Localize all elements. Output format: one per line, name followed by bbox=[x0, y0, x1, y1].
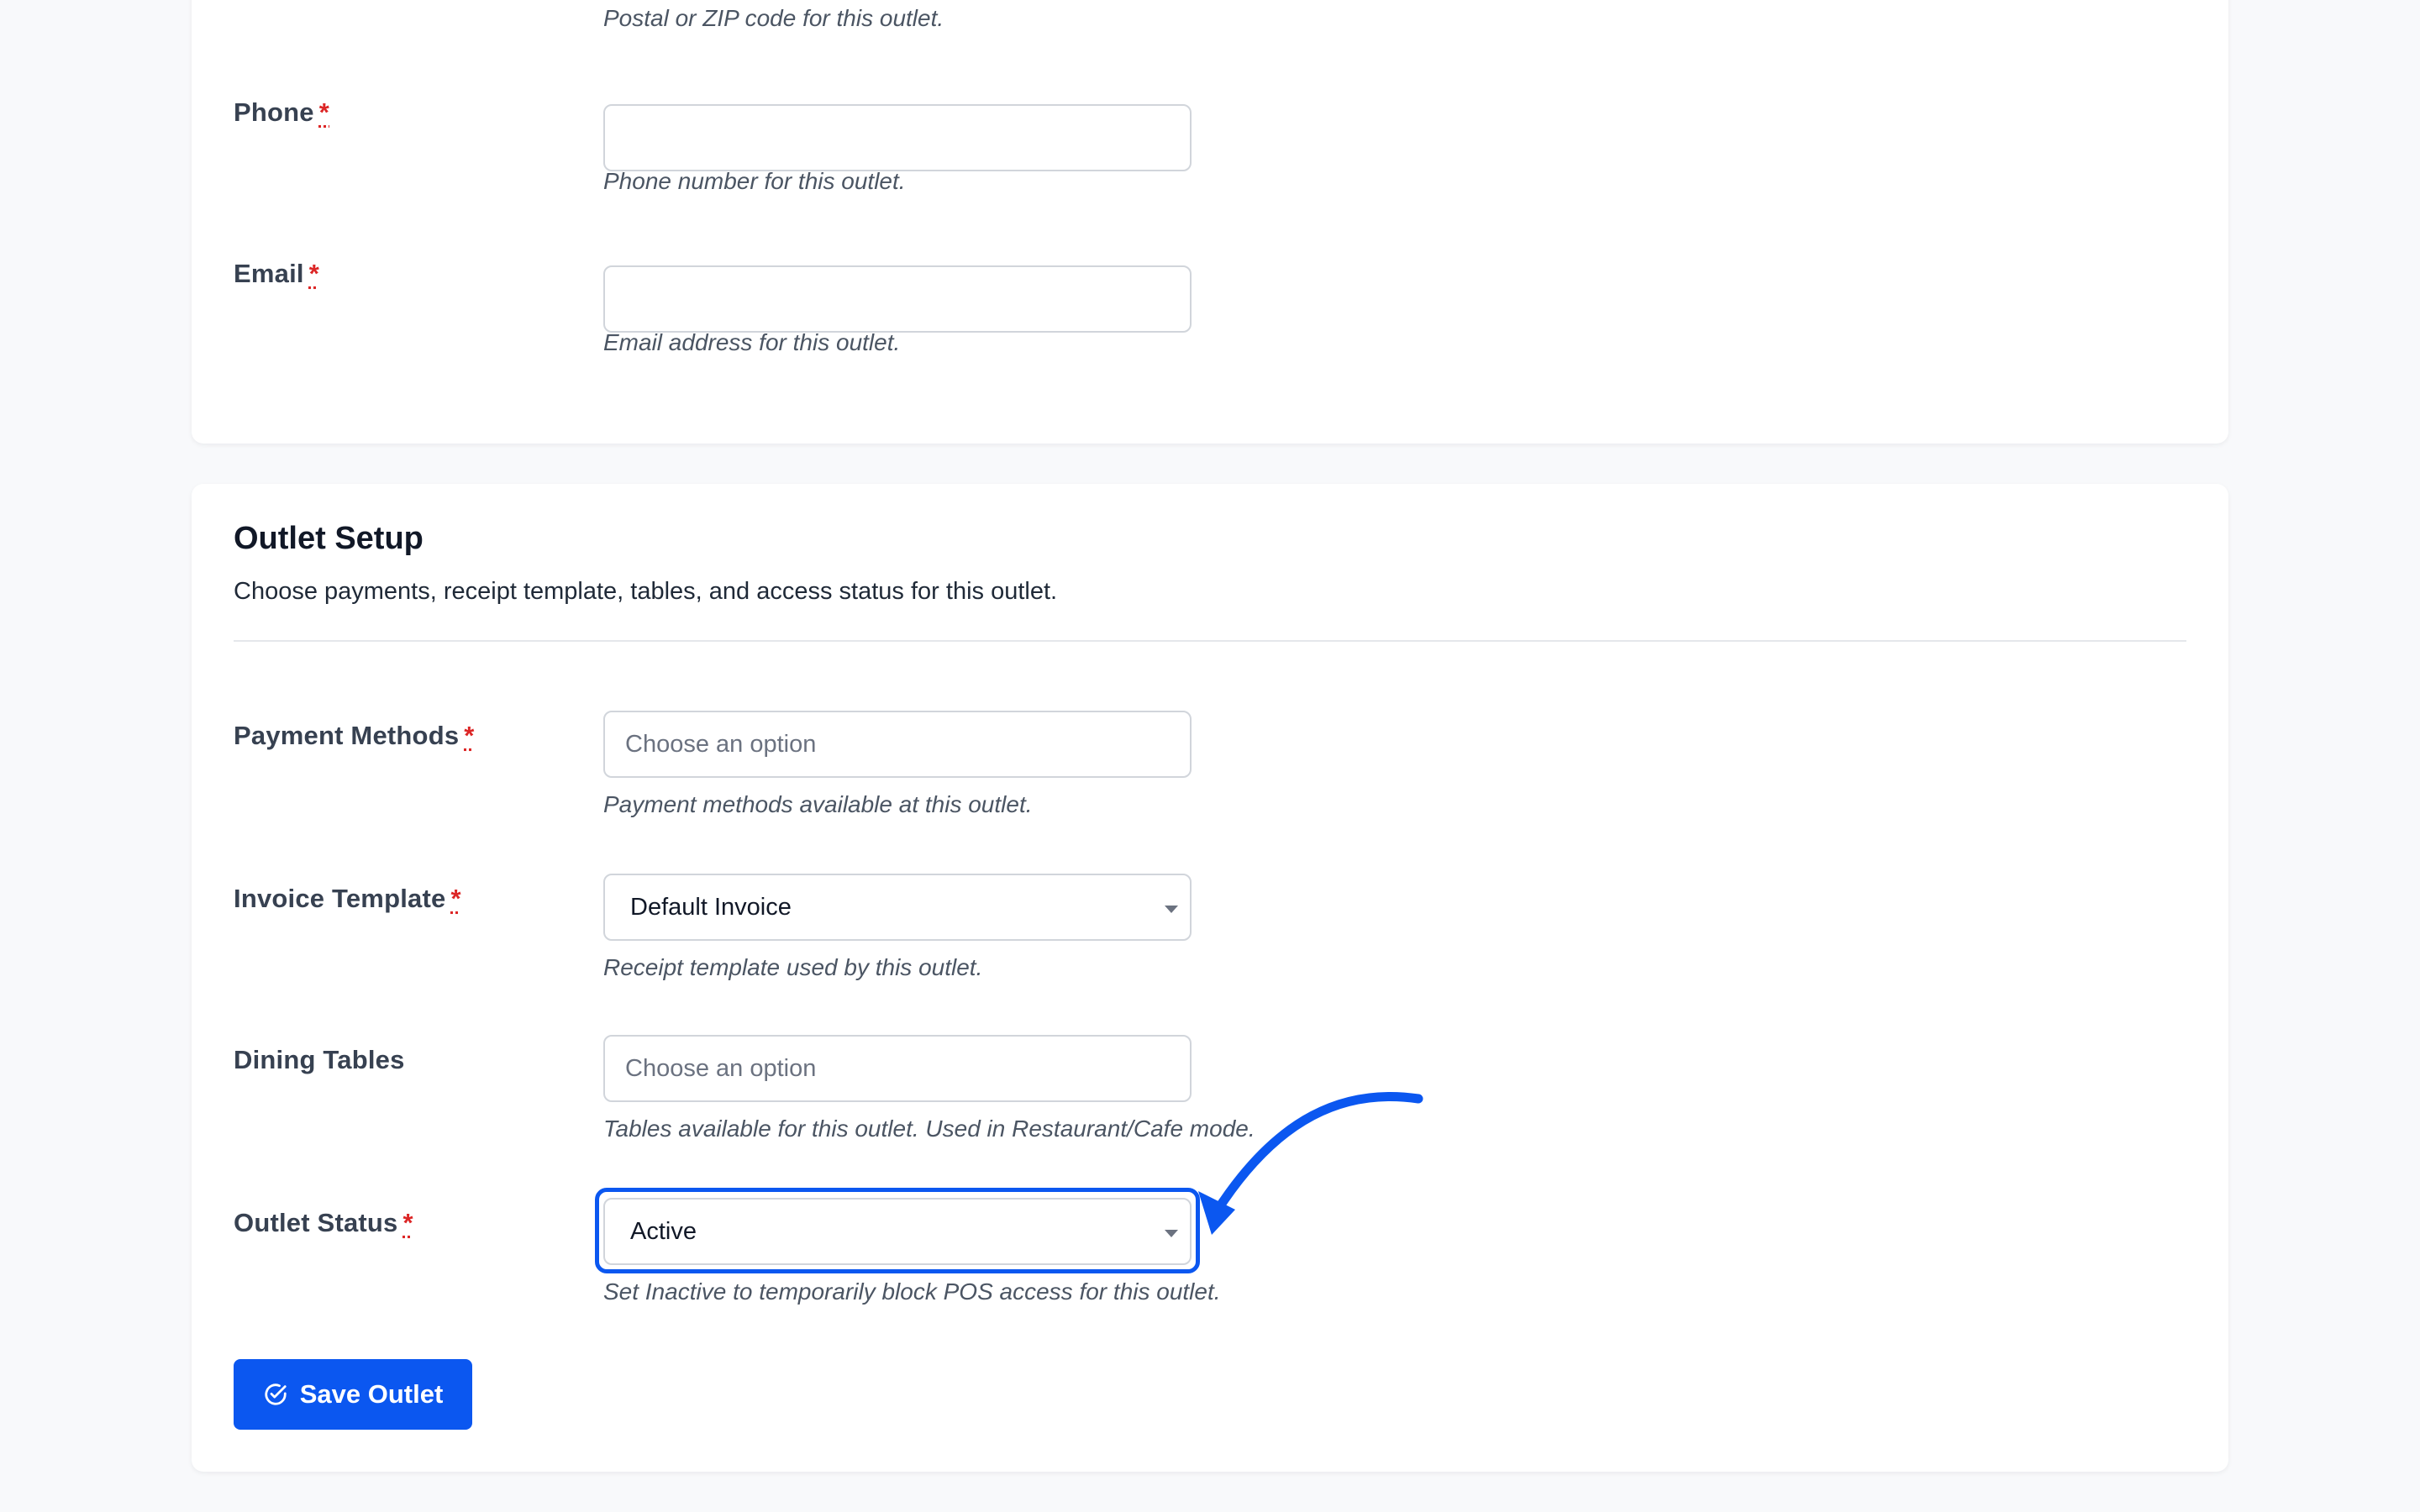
outlet-status-value: Active bbox=[630, 1217, 697, 1245]
phone-label: Phone * bbox=[234, 97, 329, 128]
phone-help: Phone number for this outlet. bbox=[603, 168, 906, 194]
section-title: Outlet Setup bbox=[234, 521, 424, 556]
dining-tables-placeholder: Choose an option bbox=[625, 1054, 817, 1082]
dining-tables-select[interactable]: Choose an option bbox=[603, 1035, 1192, 1102]
outlet-status-label: Outlet Status * bbox=[234, 1208, 413, 1238]
outlet-status-help: Set Inactive to temporarily block POS ac… bbox=[603, 1278, 1221, 1305]
email-label: Email * bbox=[234, 259, 319, 289]
dining-tables-help: Tables available for this outlet. Used i… bbox=[603, 1116, 1255, 1142]
postal-code-help: Postal or ZIP code for this outlet. bbox=[603, 5, 944, 31]
chevron-down-icon bbox=[1165, 906, 1178, 913]
invoice-template-value: Default Invoice bbox=[630, 893, 792, 921]
section-description: Choose payments, receipt template, table… bbox=[234, 578, 1058, 605]
email-help: Email address for this outlet. bbox=[603, 329, 901, 355]
payment-methods-label: Payment Methods * bbox=[234, 721, 475, 751]
email-input[interactable] bbox=[603, 265, 1192, 333]
check-circle-icon bbox=[265, 1383, 287, 1405]
dining-tables-label: Dining Tables bbox=[234, 1045, 405, 1075]
required-mark: * bbox=[308, 259, 319, 288]
email-label-text: Email bbox=[234, 259, 304, 288]
payment-methods-placeholder: Choose an option bbox=[625, 730, 817, 758]
invoice-template-help: Receipt template used by this outlet. bbox=[603, 954, 983, 980]
save-outlet-label: Save Outlet bbox=[299, 1379, 444, 1409]
chevron-down-icon bbox=[1165, 1230, 1178, 1237]
required-mark: * bbox=[450, 884, 461, 913]
phone-input[interactable] bbox=[603, 104, 1192, 171]
invoice-template-select[interactable]: Default Invoice bbox=[603, 874, 1192, 941]
outlet-status-select[interactable]: Active bbox=[603, 1198, 1192, 1265]
payment-methods-help: Payment methods available at this outlet… bbox=[603, 791, 1033, 817]
payment-methods-label-text: Payment Methods bbox=[234, 721, 460, 750]
dining-tables-label-text: Dining Tables bbox=[234, 1045, 405, 1074]
invoice-template-label-text: Invoice Template bbox=[234, 884, 446, 913]
phone-label-text: Phone bbox=[234, 97, 314, 127]
save-outlet-button[interactable]: Save Outlet bbox=[234, 1359, 472, 1430]
outlet-status-label-text: Outlet Status bbox=[234, 1208, 398, 1237]
section-divider bbox=[234, 640, 2186, 642]
payment-methods-select[interactable]: Choose an option bbox=[603, 711, 1192, 778]
required-mark: * bbox=[402, 1208, 413, 1237]
required-mark: * bbox=[464, 721, 475, 750]
page: Postal or ZIP code for this outlet. Phon… bbox=[0, 0, 2420, 1512]
invoice-template-label: Invoice Template * bbox=[234, 884, 461, 914]
required-mark: * bbox=[318, 97, 329, 127]
contact-card: Postal or ZIP code for this outlet. Phon… bbox=[192, 0, 2228, 444]
outlet-setup-card: Outlet Setup Choose payments, receipt te… bbox=[192, 484, 2228, 1472]
